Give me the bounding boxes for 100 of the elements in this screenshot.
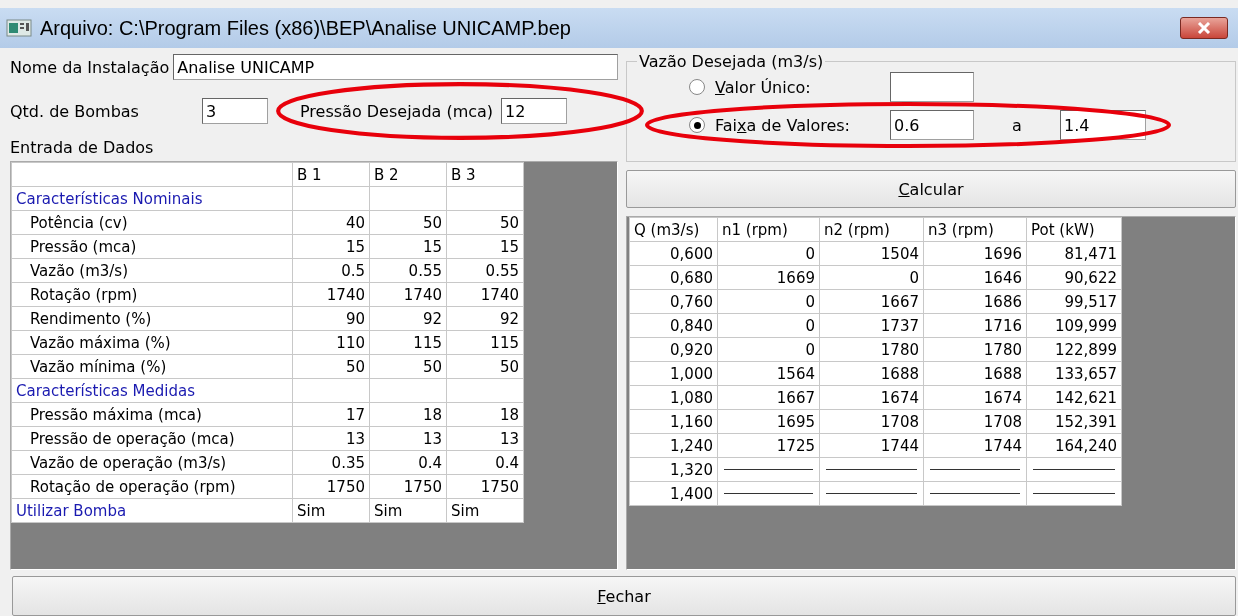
table-cell: 1688 bbox=[819, 361, 924, 386]
row-label: Pressão de operação (mca) bbox=[11, 426, 293, 451]
table-cell: 1740 bbox=[446, 282, 524, 307]
table-cell: 0,680 bbox=[629, 265, 718, 290]
window-title: Arquivo: C:\Program Files (x86)\BEP\Analise UNICAMP.bep bbox=[40, 16, 572, 40]
column-header: B 2 bbox=[369, 162, 447, 187]
table-cell: 1750 bbox=[369, 474, 447, 499]
column-header: n2 (rpm) bbox=[819, 217, 924, 242]
close-dialog-button[interactable]: Fechar bbox=[12, 576, 1236, 616]
table-cell: 142,621 bbox=[1026, 385, 1122, 410]
radio-label[interactable]: Valor Único: bbox=[715, 77, 890, 97]
name-field[interactable]: Analise UNICAMP bbox=[173, 54, 618, 80]
column-header: Pot (kW) bbox=[1026, 217, 1122, 242]
table-cell: 92 bbox=[446, 306, 524, 331]
calculate-button[interactable]: Calcular bbox=[626, 170, 1236, 208]
table-cell: 0.5 bbox=[292, 258, 370, 283]
table-cell: 1716 bbox=[923, 313, 1027, 338]
table-cell: 1695 bbox=[717, 409, 820, 434]
row-label: Vazão de operação (m3/s) bbox=[11, 450, 293, 475]
table-cell: 1646 bbox=[923, 265, 1027, 290]
table-cell: Sim bbox=[369, 498, 447, 523]
table-cell: 1708 bbox=[923, 409, 1027, 434]
table-cell: Sim bbox=[446, 498, 524, 523]
table-cell: 1740 bbox=[292, 282, 370, 307]
table-cell: 1667 bbox=[717, 385, 820, 410]
table-cell: 0,760 bbox=[629, 289, 718, 314]
table-cell: 164,240 bbox=[1026, 433, 1122, 458]
column-header: B 1 bbox=[292, 162, 370, 187]
radio-button[interactable] bbox=[689, 117, 705, 133]
table-cell: 0 bbox=[819, 265, 924, 290]
table-cell: 13 bbox=[369, 426, 447, 451]
row-label: Utilizar Bomba bbox=[11, 498, 293, 523]
table-cell: 1686 bbox=[923, 289, 1027, 314]
table-cell: 115 bbox=[446, 330, 524, 355]
table-cell: 18 bbox=[369, 402, 447, 427]
radio-label[interactable]: Faixa de Valores: bbox=[715, 115, 890, 135]
section-row-label: Características Medidas bbox=[11, 378, 293, 403]
table-cell: 0 bbox=[717, 289, 820, 314]
table-cell: 122,899 bbox=[1026, 337, 1122, 362]
table-cell: 0,840 bbox=[629, 313, 718, 338]
radio-button[interactable] bbox=[689, 79, 705, 95]
table-cell: 15 bbox=[369, 234, 447, 259]
table-cell: 1737 bbox=[819, 313, 924, 338]
table-cell: 50 bbox=[369, 354, 447, 379]
table-cell: Sim bbox=[292, 498, 370, 523]
close-button[interactable] bbox=[1180, 17, 1228, 39]
row-label: Vazão (m3/s) bbox=[11, 258, 293, 283]
table-cell: 115 bbox=[369, 330, 447, 355]
table-cell: 0.55 bbox=[369, 258, 447, 283]
table-cell: 1688 bbox=[923, 361, 1027, 386]
table-cell: 1674 bbox=[923, 385, 1027, 410]
table-cell: 0 bbox=[717, 313, 820, 338]
table-cell: 1,400 bbox=[629, 481, 718, 506]
range-from-field[interactable]: 0.6 bbox=[890, 110, 974, 140]
table-cell: 1,000 bbox=[629, 361, 718, 386]
table-cell: 0.4 bbox=[446, 450, 524, 475]
table-cell: 92 bbox=[369, 306, 447, 331]
field-label: Pressão Desejada (mca) bbox=[300, 101, 494, 121]
table-cell: 0 bbox=[717, 241, 820, 266]
table-cell: 1780 bbox=[819, 337, 924, 362]
table-cell: 90,622 bbox=[1026, 265, 1122, 290]
table-cell: 1,320 bbox=[629, 457, 718, 482]
table-cell: 0.55 bbox=[446, 258, 524, 283]
table-cell: 50 bbox=[292, 354, 370, 379]
pressure-field[interactable]: 12 bbox=[501, 98, 568, 124]
pump-count-field[interactable]: 3 bbox=[202, 98, 268, 124]
table-cell: 13 bbox=[446, 426, 524, 451]
row-label: Rotação (rpm) bbox=[11, 282, 293, 307]
table-cell: 99,517 bbox=[1026, 289, 1122, 314]
single-value-field[interactable] bbox=[890, 72, 974, 102]
table-cell: 152,391 bbox=[1026, 409, 1122, 434]
table-cell: 1,080 bbox=[629, 385, 718, 410]
column-header: n1 (rpm) bbox=[717, 217, 820, 242]
table-cell: 13 bbox=[292, 426, 370, 451]
table-cell: 15 bbox=[292, 234, 370, 259]
column-header: Q (m3/s) bbox=[629, 217, 718, 242]
table-cell: 110 bbox=[292, 330, 370, 355]
app-icon bbox=[6, 18, 32, 38]
table-cell: 0,920 bbox=[629, 337, 718, 362]
table-cell: 1564 bbox=[717, 361, 820, 386]
group-title: Vazão Desejada (m3/s) bbox=[638, 52, 825, 71]
table-cell: 0 bbox=[717, 337, 820, 362]
row-label: Rendimento (%) bbox=[11, 306, 293, 331]
table-cell: 1667 bbox=[819, 289, 924, 314]
row-label: Rotação de operação (rpm) bbox=[11, 474, 293, 499]
table-cell: 17 bbox=[292, 402, 370, 427]
range-to-field[interactable]: 1.4 bbox=[1060, 110, 1146, 140]
table-cell: 81,471 bbox=[1026, 241, 1122, 266]
field-label: Nome da Instalação bbox=[10, 57, 170, 77]
table-cell: 18 bbox=[446, 402, 524, 427]
table-cell: 1750 bbox=[292, 474, 370, 499]
table-cell: 1725 bbox=[717, 433, 820, 458]
row-label: Pressão (mca) bbox=[11, 234, 293, 259]
table-cell: 1674 bbox=[819, 385, 924, 410]
table-cell: 50 bbox=[369, 210, 447, 235]
table-cell: 50 bbox=[446, 210, 524, 235]
table-cell: 1504 bbox=[819, 241, 924, 266]
table-cell: 1696 bbox=[923, 241, 1027, 266]
table-cell: 1750 bbox=[446, 474, 524, 499]
table-cell: 1780 bbox=[923, 337, 1027, 362]
